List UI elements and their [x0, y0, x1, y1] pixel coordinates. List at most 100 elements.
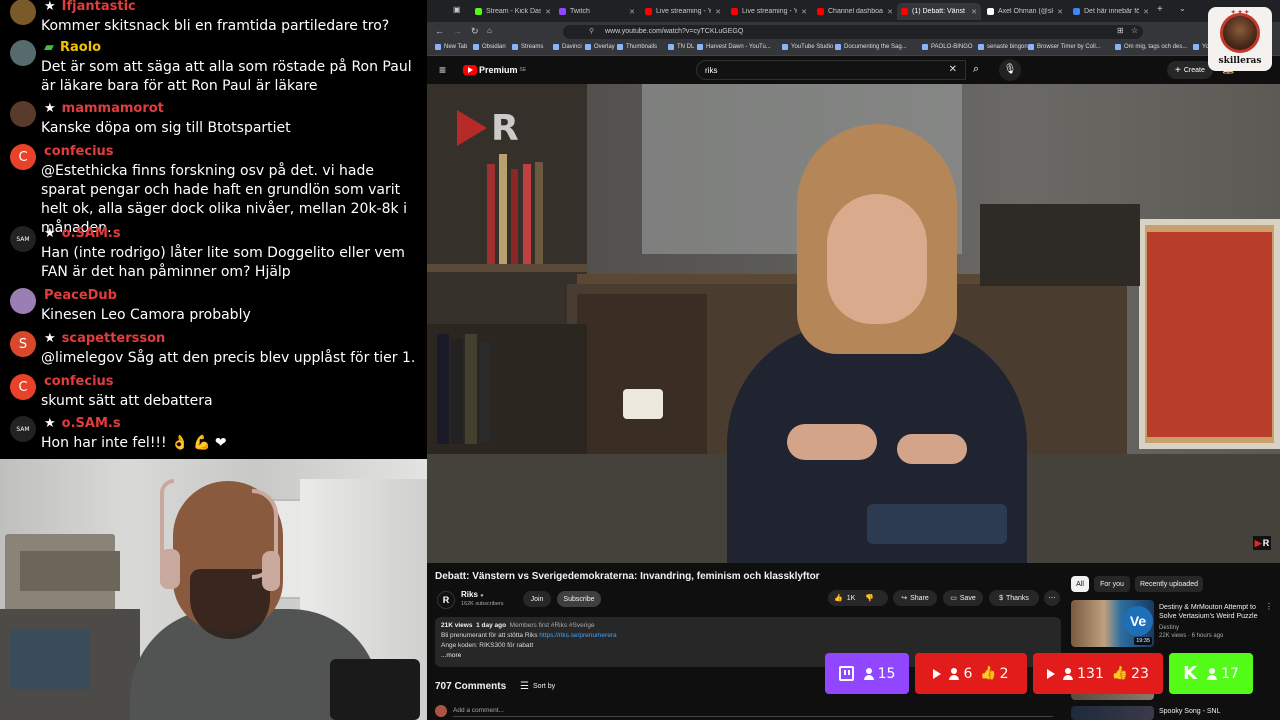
chat-username-row[interactable]: ★ mammamorot [44, 101, 164, 116]
chip-all[interactable]: All [1071, 576, 1089, 592]
dislike-icon[interactable]: 👎 [865, 594, 874, 602]
chat-username[interactable]: o.SAM.s [62, 416, 121, 431]
chat-avatar[interactable] [10, 0, 36, 25]
search-input[interactable]: riks ✕ [696, 60, 966, 80]
bookmark-item[interactable]: senaste bingon [978, 44, 1028, 50]
url-bar[interactable]: ⚲ www.youtube.com/watch?v=cyTCKLuGEGQ [563, 25, 1143, 39]
chat-username-row[interactable]: ★ scapettersson [44, 331, 165, 346]
chat-username[interactable]: PeaceDub [44, 288, 117, 303]
bookmark-item[interactable]: Thumbnails [617, 44, 657, 50]
browser-tab[interactable]: Axel Öhman (@skille✕ [983, 3, 1067, 20]
chip-recently-uploaded[interactable]: Recently uploaded [1135, 576, 1203, 592]
chat-avatar[interactable]: C [10, 374, 36, 400]
chat-username-row[interactable]: confecius [44, 144, 114, 159]
sort-button[interactable]: ☰ Sort by [520, 681, 555, 692]
browser-tab[interactable]: Twitch ✕ [555, 3, 639, 20]
forward-icon[interactable]: → [453, 26, 462, 36]
video-player[interactable]: R ▶ R [427, 84, 1280, 563]
chat-username[interactable]: o.SAM.s [62, 226, 121, 241]
bookmark-item[interactable]: Harvest Dawn - YouTu... [697, 44, 771, 50]
tab-close-icon[interactable]: ✕ [541, 8, 551, 16]
chat-username-row[interactable]: confecius [44, 374, 114, 389]
browser-tab[interactable]: Live streaming - YouT✕ [641, 3, 725, 20]
bookmark-item[interactable]: Obsidian [473, 44, 506, 50]
tab-list-icon[interactable]: ▣ [453, 5, 461, 14]
chat-avatar[interactable] [10, 288, 36, 314]
chat-avatar[interactable]: SAM [10, 416, 36, 442]
browser-tab[interactable]: Det här innebär förä✕ [1069, 3, 1153, 20]
like-count[interactable]: 1K [847, 595, 856, 602]
tab-close-icon[interactable]: ✕ [1139, 8, 1149, 16]
tab-close-icon[interactable]: ✕ [967, 8, 977, 16]
more-actions-icon[interactable]: ⋯ [1044, 590, 1060, 606]
new-tab-button[interactable]: + [1157, 4, 1163, 15]
browser-tab[interactable]: (1) Debatt: Vänst ✕ [897, 3, 981, 20]
site-info-icon[interactable]: ⚲ [589, 27, 594, 35]
chat-username[interactable]: confecius [44, 374, 114, 389]
add-comment-input[interactable]: Add a comment... [453, 707, 1053, 717]
chat-avatar[interactable]: SAM [10, 226, 36, 252]
tab-close-icon[interactable]: ✕ [711, 8, 721, 16]
back-icon[interactable]: ← [435, 26, 444, 36]
bookmark-item[interactable]: Streams [512, 44, 543, 50]
share-button[interactable]: ↪ Share [893, 590, 937, 606]
recommendation-channel[interactable]: Destiny [1159, 625, 1179, 631]
reload-icon[interactable]: ↻ [471, 26, 479, 37]
microphone-icon[interactable]: 🎙 [999, 59, 1021, 81]
bookmark-item[interactable]: Browser Timer by Coll... [1028, 44, 1101, 50]
channel-avatar[interactable]: R [437, 591, 455, 609]
subscribe-button[interactable]: Subscribe [557, 591, 601, 607]
chat-avatar[interactable]: S [10, 331, 36, 357]
chat-username-row[interactable]: ★ Ifjantastic [44, 0, 136, 14]
bookmark-item[interactable]: Om mig, tags och des... [1115, 44, 1187, 50]
chat-avatar[interactable] [10, 40, 36, 66]
browser-tab[interactable]: Live streaming - YouT✕ [727, 3, 811, 20]
chat-username[interactable]: scapettersson [62, 331, 166, 346]
tab-close-icon[interactable]: ✕ [625, 8, 635, 16]
recommendation-item[interactable]: Ve 19:35 Destiny & MrMouton Attempt to S… [1071, 600, 1273, 650]
bookmark-item[interactable]: Documenting the Sag... [835, 44, 907, 50]
home-icon[interactable]: ⌂ [487, 26, 492, 35]
join-button[interactable]: Join [523, 591, 551, 607]
tab-close-icon[interactable]: ✕ [797, 8, 807, 16]
menu-icon[interactable]: ≡ [439, 63, 446, 77]
browser-tab[interactable]: Stream - Kick Dashb✕ [471, 3, 555, 20]
chat-username[interactable]: confecius [44, 144, 114, 159]
recommendation-thumbnail[interactable] [1071, 706, 1154, 720]
chat-username-row[interactable]: ★ o.SAM.s [44, 226, 121, 241]
chat-username-row[interactable]: ▰ Raolo [44, 40, 101, 55]
tab-search-icon[interactable]: ⌄ [1179, 4, 1186, 13]
bookmark-item[interactable]: YouTube Studio [782, 44, 833, 50]
browser-tab[interactable]: Channel dashboard -✕ [813, 3, 897, 20]
chat-username[interactable]: Raolo [60, 40, 101, 55]
recommendation-title[interactable]: Destiny & MrMouton Attempt to Solve Vert… [1159, 603, 1259, 621]
recommendation-thumbnail[interactable]: Ve 19:35 [1071, 600, 1154, 647]
create-button[interactable]: + Create [1167, 61, 1213, 79]
save-button[interactable]: ▭ Save [943, 590, 983, 606]
recommendation-menu-icon[interactable]: ⋮ [1265, 602, 1273, 611]
tab-close-icon[interactable]: ✕ [883, 8, 893, 16]
bookmark-star-icon[interactable]: ☆ [1131, 26, 1138, 35]
recommendation-item[interactable]: Spooky Song - SNL [1071, 706, 1271, 720]
bookmark-item[interactable]: Davinci [553, 44, 582, 50]
bookmark-item[interactable]: PAOLO-BINGO [922, 44, 973, 50]
install-icon[interactable]: ⊞ [1117, 26, 1124, 35]
chat-avatar[interactable] [10, 101, 36, 127]
chat-avatar[interactable]: C [10, 144, 36, 170]
youtube-logo[interactable]: Premium SE [463, 65, 526, 75]
chip-for-you[interactable]: For you [1094, 576, 1130, 592]
like-icon[interactable]: 👍 [834, 594, 843, 602]
clear-search-icon[interactable]: ✕ [949, 64, 957, 75]
tab-close-icon[interactable]: ✕ [1053, 8, 1063, 16]
recommendation-title[interactable]: Spooky Song - SNL [1159, 707, 1259, 716]
thanks-button[interactable]: $ Thanks [989, 590, 1039, 606]
chat-username[interactable]: mammamorot [62, 101, 164, 116]
bookmark-item[interactable]: TN DL [668, 44, 694, 50]
subscribe-link[interactable]: https://riks.se/prenumerera [539, 632, 616, 639]
chat-username-row[interactable]: ★ o.SAM.s [44, 416, 121, 431]
search-icon[interactable]: ⌕ [973, 63, 979, 76]
bookmark-item[interactable]: New Tab [435, 44, 467, 50]
channel-name-row[interactable]: Riks ● [461, 590, 484, 599]
chat-username[interactable]: Ifjantastic [62, 0, 136, 14]
bookmark-item[interactable]: Overlay [585, 44, 615, 50]
